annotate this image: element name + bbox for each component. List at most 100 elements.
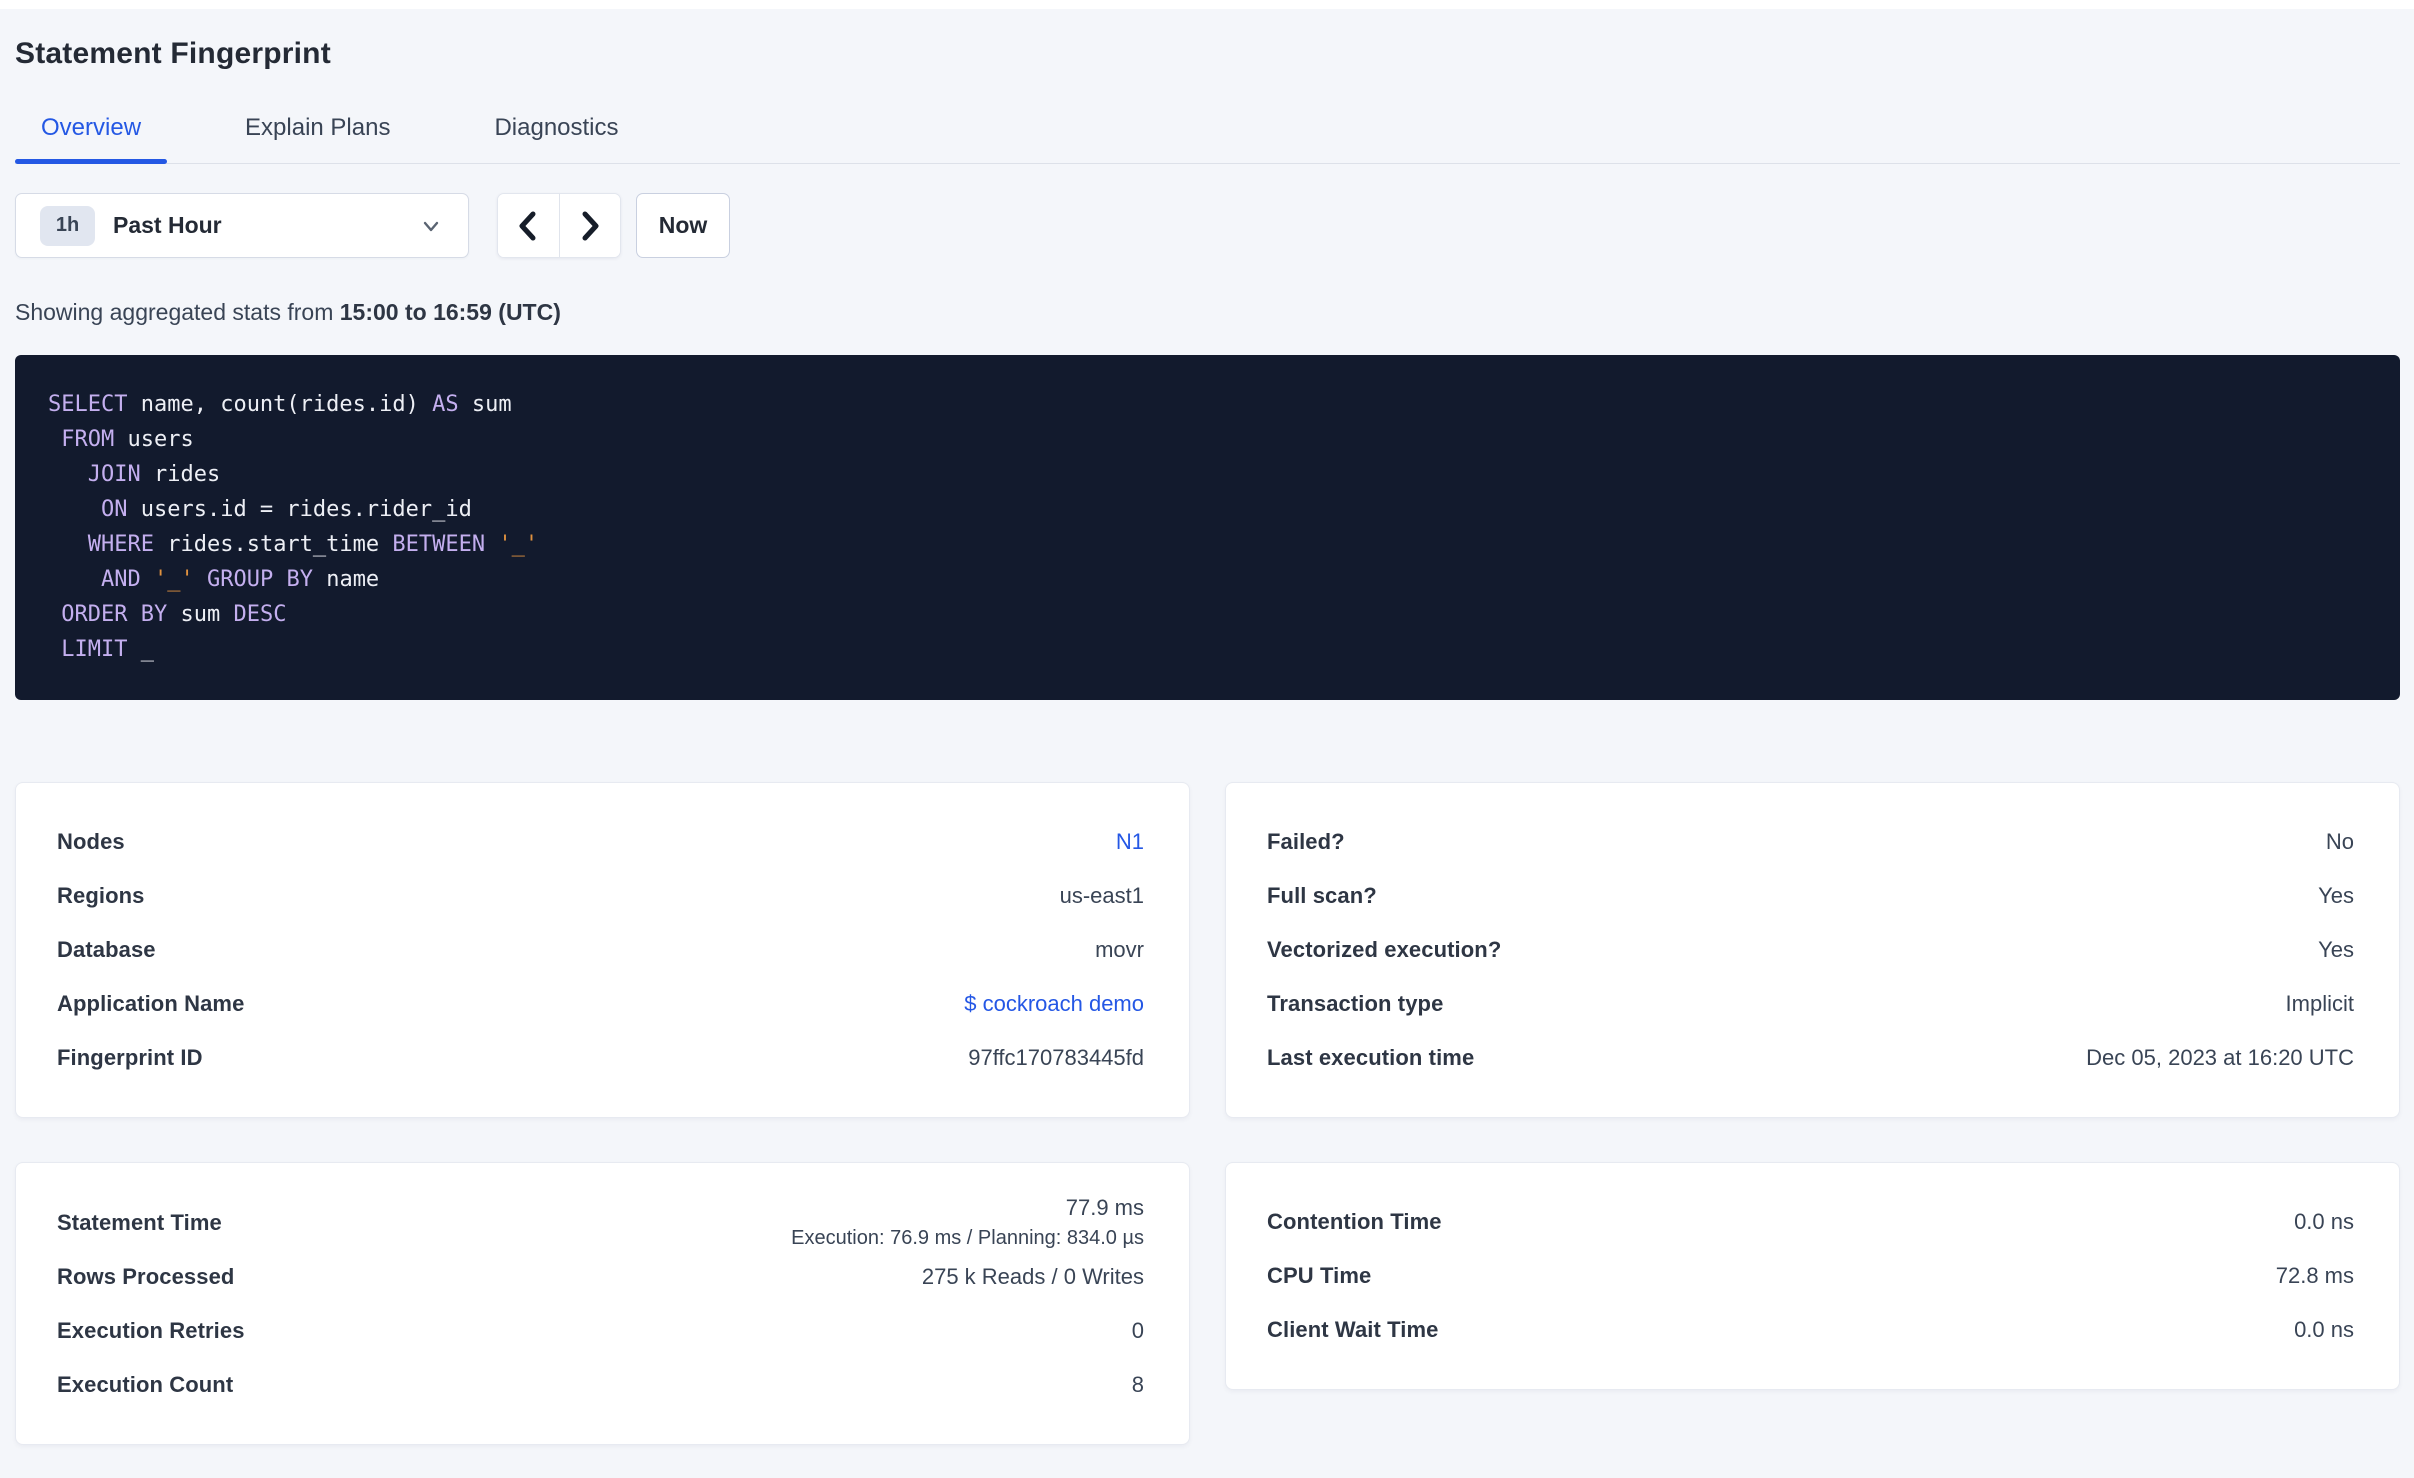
- chevron-right-icon: [582, 211, 599, 240]
- aggregation-status: Showing aggregated stats from 15:00 to 1…: [15, 298, 2400, 326]
- next-time-range-button[interactable]: [558, 194, 620, 257]
- sql-token: rides.start_time: [153, 532, 393, 557]
- row-label: Contention Time: [1267, 1209, 1442, 1234]
- time-range-label: Past Hour: [113, 212, 222, 238]
- card-row: Execution Retries 0: [57, 1304, 1144, 1358]
- card-row: Fingerprint ID 97ffc170783445fd: [57, 1031, 1144, 1085]
- card-statement-attributes: Nodes N1 Regions us-east1 Database movr Applic…: [15, 782, 1190, 1118]
- row-value-link[interactable]: $ cockroach demo: [964, 991, 1144, 1017]
- row-value: Dec 05, 2023 at 16:20 UTC: [2086, 1045, 2354, 1070]
- chevron-down-icon: [423, 221, 439, 231]
- sql-statement-box: SELECT name, count(rides.id) AS sum FROM…: [15, 355, 2400, 700]
- row-value-wrap: 72.8 ms: [2276, 1263, 2354, 1289]
- row-value-wrap: 0: [1132, 1318, 1144, 1344]
- card-row: Vectorized execution? Yes: [1267, 923, 2354, 977]
- row-label: Fingerprint ID: [57, 1045, 203, 1070]
- card-row: Full scan? Yes: [1267, 869, 2354, 923]
- row-label: Statement Time: [57, 1209, 222, 1235]
- sql-token: GROUP BY: [206, 567, 313, 592]
- row-value-wrap: $ cockroach demo: [964, 991, 1144, 1017]
- card-row: Rows Processed 275 k Reads / 0 Writes: [57, 1250, 1144, 1304]
- sql-token: WHERE: [87, 532, 154, 557]
- row-value: Implicit: [2285, 991, 2354, 1016]
- row-value-wrap: 77.9 ms Execution: 76.9 ms / Planning: 83…: [791, 1195, 1144, 1250]
- sql-token: FROM: [61, 427, 115, 452]
- row-label: Application Name: [57, 991, 245, 1016]
- row-value: 8: [1131, 1372, 1144, 1397]
- chevron-left-icon: [519, 211, 536, 240]
- row-label: CPU Time: [1267, 1263, 1372, 1288]
- row-label: Full scan?: [1267, 883, 1377, 908]
- sql-token: rides: [140, 462, 221, 487]
- card-execution-attributes: Failed? No Full scan? Yes Vectorized executi…: [1225, 782, 2400, 1118]
- row-label: Nodes: [57, 829, 125, 854]
- row-value-wrap: 8: [1132, 1372, 1144, 1398]
- row-value: Yes: [2318, 937, 2354, 962]
- row-value-wrap: Dec 05, 2023 at 16:20 UTC: [2086, 1045, 2354, 1071]
- row-value-wrap: 0.0 ns: [2294, 1209, 2354, 1235]
- card-row: Last execution time Dec 05, 2023 at 16:20…: [1267, 1031, 2354, 1085]
- sql-token: ORDER BY: [61, 602, 168, 627]
- row-value: No: [2325, 829, 2354, 854]
- card-row: Client Wait Time 0.0 ns: [1267, 1303, 2354, 1357]
- sql-token: users: [114, 427, 194, 452]
- time-step-buttons: [497, 193, 621, 258]
- sql-token: ON: [100, 497, 128, 522]
- row-value: 97ffc170783445fd: [968, 1045, 1144, 1070]
- sql-token: name: [312, 567, 380, 592]
- row-value-link[interactable]: N1: [1116, 829, 1144, 855]
- card-timing-stats: Statement Time 77.9 ms Execution: 76.9 ms …: [15, 1162, 1190, 1445]
- row-value: 72.8 ms: [2275, 1263, 2354, 1288]
- sql-token: users.id = rides.rider_id: [127, 497, 472, 522]
- row-label: Execution Retries: [57, 1318, 245, 1343]
- tab-diagnostics[interactable]: Diagnostics: [468, 113, 644, 163]
- aggregation-status-prefix: Showing aggregated stats from: [15, 299, 340, 325]
- card-wait-times: Contention Time 0.0 ns CPU Time 72.8 ms Clie…: [1225, 1162, 2400, 1390]
- row-value-wrap: N1: [1116, 829, 1144, 855]
- sql-token: '_': [498, 532, 539, 557]
- row-value-wrap: movr: [1095, 937, 1144, 963]
- sql-token: name, count(rides.id): [127, 392, 433, 417]
- tab-explain-plans[interactable]: Explain Plans: [219, 113, 416, 163]
- row-label: Execution Count: [57, 1372, 234, 1397]
- sql-token: SELECT: [48, 392, 128, 417]
- row-value: 77.9 ms: [1065, 1195, 1144, 1220]
- sql-token: LIMIT: [61, 637, 128, 662]
- statement-fingerprint-page: Statement Fingerprint Overview Explain P…: [0, 36, 2414, 1445]
- time-range-badge: 1h: [40, 205, 95, 246]
- card-row: Statement Time 77.9 ms Execution: 76.9 ms …: [57, 1195, 1144, 1250]
- sql-token: sum: [167, 602, 234, 627]
- sql-token: _: [127, 637, 154, 662]
- page-title: Statement Fingerprint: [15, 37, 331, 70]
- row-value: movr: [1095, 937, 1144, 962]
- sql-token: sum: [458, 392, 512, 417]
- row-value-wrap: 0.0 ns: [2294, 1317, 2354, 1343]
- summary-cards-row-1: Nodes N1 Regions us-east1 Database movr Applic…: [15, 782, 2400, 1118]
- aggregation-status-range: 15:00 to 16:59 (UTC): [339, 299, 561, 325]
- tab-bar: Overview Explain Plans Diagnostics: [15, 113, 2400, 164]
- row-value: 275 k Reads / 0 Writes: [921, 1264, 1144, 1289]
- now-button[interactable]: Now: [636, 193, 730, 258]
- time-range-dropdown[interactable]: 1h Past Hour: [15, 193, 469, 258]
- card-row: Execution Count 8: [57, 1358, 1144, 1412]
- row-label: Client Wait Time: [1267, 1317, 1439, 1342]
- row-label: Regions: [57, 883, 145, 908]
- row-value-wrap: 275 k Reads / 0 Writes: [922, 1264, 1144, 1290]
- card-row: Failed? No: [1267, 815, 2354, 869]
- row-value: 0.0 ns: [2294, 1209, 2354, 1234]
- row-subvalue: Execution: 76.9 ms / Planning: 834.0 µs: [791, 1227, 1144, 1249]
- row-value-wrap: us-east1: [1060, 883, 1144, 909]
- prev-time-range-button[interactable]: [498, 194, 559, 257]
- row-value: 0.0 ns: [2294, 1317, 2354, 1342]
- tab-overview[interactable]: Overview: [15, 113, 168, 164]
- row-label: Transaction type: [1267, 991, 1444, 1016]
- row-value-wrap: Yes: [2318, 937, 2354, 963]
